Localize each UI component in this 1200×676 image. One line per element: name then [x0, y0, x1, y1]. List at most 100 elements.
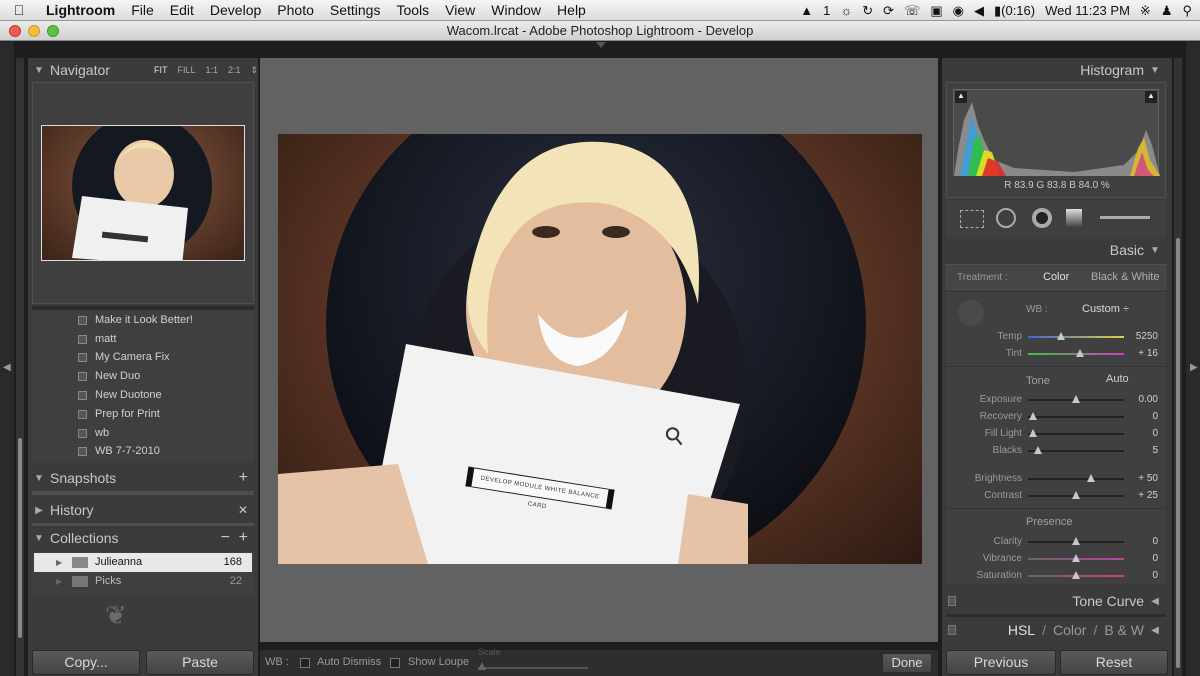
collapse-triangle-icon[interactable]: ▼ [1144, 245, 1166, 256]
preset-item[interactable]: WB 7-7-2010 [34, 442, 252, 461]
auto-dismiss-checkbox[interactable] [300, 658, 310, 668]
slider-track[interactable] [1028, 416, 1124, 418]
dashed-circle-icon[interactable]: ☼ [840, 3, 852, 18]
slider-value[interactable]: 0.00 [1118, 394, 1158, 405]
collection-item-selected[interactable]: ▶ Julieanna 168 [34, 553, 252, 572]
treatment-bw-option[interactable]: Black & White [1091, 271, 1159, 283]
clear-history-icon[interactable]: ✕ [238, 503, 248, 517]
slider-knob[interactable] [1028, 412, 1037, 420]
tone-curve-header[interactable]: Tone Curve ◀ [942, 590, 1172, 612]
wb-dropdown[interactable]: Custom ÷ [1082, 303, 1129, 315]
slider-blacks[interactable]: Blacks 5 [946, 442, 1162, 459]
right-scrollbar[interactable] [1174, 58, 1182, 676]
close-window-button[interactable] [9, 25, 21, 37]
slider-knob[interactable] [1075, 349, 1084, 357]
menu-photo[interactable]: Photo [269, 2, 322, 18]
preset-item[interactable]: New Duo [34, 367, 252, 386]
slider-track[interactable] [1028, 478, 1124, 480]
color-tab[interactable]: Color [1053, 622, 1086, 638]
add-snapshot-icon[interactable]: + [239, 469, 248, 487]
zoom-2-1[interactable]: 2:1 [228, 65, 241, 76]
zoom-1-1[interactable]: 1:1 [206, 65, 219, 76]
auto-tone-button[interactable]: Auto [1106, 373, 1129, 385]
menu-help[interactable]: Help [549, 2, 594, 18]
preset-item[interactable]: wb [34, 424, 252, 443]
wifi-icon[interactable]: ◉ [953, 3, 964, 19]
red-eye-tool-icon[interactable] [1032, 208, 1052, 228]
user-icon[interactable]: ♟ [1161, 3, 1173, 19]
slider-knob[interactable] [1072, 537, 1080, 545]
panel-toggle-switch[interactable] [948, 596, 956, 606]
remove-collection-icon[interactable]: − [221, 529, 230, 547]
snapshots-header[interactable]: ▼ Snapshots + [28, 466, 258, 490]
expand-triangle-icon[interactable]: ▶ [28, 505, 50, 516]
add-collection-icon[interactable]: + [239, 529, 248, 547]
slider-knob[interactable] [1056, 332, 1065, 340]
zoom-window-button[interactable] [47, 25, 59, 37]
preset-item[interactable]: Prep for Print [34, 405, 252, 424]
slider-knob[interactable] [1072, 491, 1080, 499]
right-scroll-thumb[interactable] [1176, 238, 1180, 668]
histogram-graph[interactable]: ▲ ▲ [953, 89, 1160, 176]
show-loupe-checkbox[interactable] [390, 658, 400, 668]
collections-header[interactable]: ▼ Collections − + [28, 526, 258, 550]
disclosure-triangle-icon[interactable]: ▶ [56, 572, 62, 591]
slider-value[interactable]: + 16 [1118, 348, 1158, 359]
basic-header[interactable]: Basic ▼ [942, 238, 1172, 262]
collapse-triangle-icon[interactable]: ▼ [28, 65, 50, 76]
reset-button[interactable]: Reset [1060, 650, 1168, 675]
slider-clarity[interactable]: Clarity 0 [946, 533, 1162, 550]
collapse-top-panel-icon[interactable] [596, 42, 606, 48]
phone-icon[interactable]: ☏ [904, 3, 920, 19]
previous-button[interactable]: Previous [946, 650, 1056, 675]
slider-tint[interactable]: Tint + 16 [946, 345, 1162, 362]
collapse-triangle-icon[interactable]: ▼ [1144, 65, 1166, 76]
battery-icon[interactable]: ▮(0:16) [994, 3, 1035, 19]
shadow-clipping-icon[interactable]: ▲ [955, 91, 967, 103]
disclosure-triangle-icon[interactable]: ▶ [56, 553, 62, 572]
slider-temp[interactable]: Temp 5250 [946, 328, 1162, 345]
slider-knob[interactable] [1072, 571, 1080, 579]
slider-value[interactable]: 0 [1118, 411, 1158, 422]
slider-knob[interactable] [1028, 429, 1037, 437]
preset-item[interactable]: Make it Look Better! [34, 311, 252, 330]
adobe-icon[interactable]: ▲ [800, 3, 813, 18]
history-header[interactable]: ▶ History ✕ [28, 498, 258, 522]
slider-value[interactable]: 0 [1118, 553, 1158, 564]
preset-item[interactable]: matt [34, 330, 252, 349]
slider-vibrance[interactable]: Vibrance 0 [946, 550, 1162, 567]
menu-develop[interactable]: Develop [202, 2, 269, 18]
copy-button[interactable]: Copy... [32, 650, 140, 675]
menu-edit[interactable]: Edit [162, 2, 202, 18]
slider-value[interactable]: + 25 [1118, 490, 1158, 501]
slider-value[interactable]: 5 [1118, 445, 1158, 456]
histogram-header[interactable]: Histogram ▼ [942, 58, 1172, 82]
expand-left-panel-icon[interactable]: ◀ [3, 362, 11, 373]
treatment-color-option[interactable]: Color [1043, 271, 1069, 283]
time-machine-icon[interactable]: ↻ [862, 3, 873, 19]
slider-knob[interactable] [1087, 474, 1096, 482]
menu-file[interactable]: File [123, 2, 162, 18]
expand-triangle-icon[interactable]: ▼ [28, 473, 50, 484]
slider-knob[interactable] [1072, 554, 1080, 562]
wb-eyedropper-icon[interactable] [958, 300, 984, 326]
menu-view[interactable]: View [437, 2, 483, 18]
expand-triangle-icon[interactable]: ◀ [1144, 625, 1166, 636]
slider-contrast[interactable]: Contrast + 25 [946, 487, 1162, 504]
scale-slider[interactable] [478, 662, 588, 670]
apple-icon[interactable]:  [0, 2, 38, 18]
slider-track[interactable] [1028, 336, 1124, 338]
slider-value[interactable]: 0 [1118, 536, 1158, 547]
slider-value[interactable]: + 50 [1118, 473, 1158, 484]
collection-item[interactable]: ▶ Picks 22 [34, 572, 252, 591]
hsl-header[interactable]: HSL / Color / B & W ◀ [942, 618, 1172, 642]
slider-value[interactable]: 5250 [1118, 331, 1158, 342]
left-scroll-thumb[interactable] [18, 438, 22, 638]
spotlight-search-icon[interactable]: ⚲ [1182, 3, 1192, 19]
bw-tab[interactable]: B & W [1104, 622, 1144, 638]
minimize-window-button[interactable] [28, 25, 40, 37]
navigator-thumbnail[interactable] [41, 125, 245, 261]
slider-recovery[interactable]: Recovery 0 [946, 408, 1162, 425]
slider-value[interactable]: 0 [1118, 428, 1158, 439]
adjustment-brush-icon[interactable] [1100, 216, 1150, 219]
